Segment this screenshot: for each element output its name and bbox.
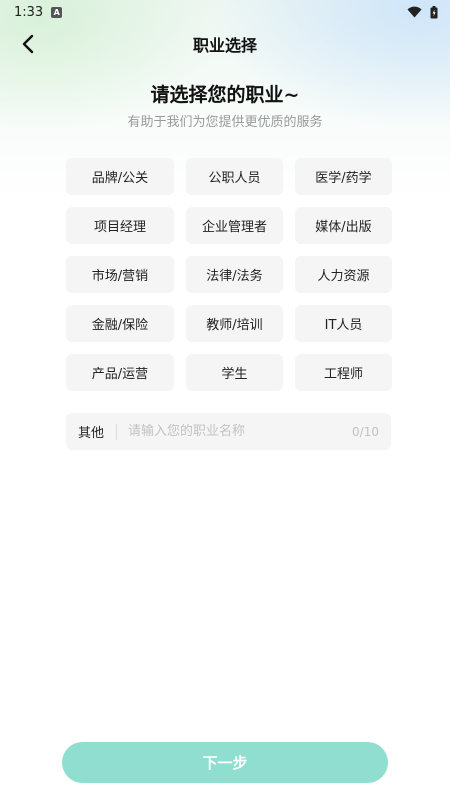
profession-option-civil-servant[interactable]: 公职人员 bbox=[186, 158, 283, 195]
profession-option-media-publishing[interactable]: 媒体/出版 bbox=[295, 207, 392, 244]
profession-option-finance-insurance[interactable]: 金融/保险 bbox=[66, 305, 174, 342]
profession-grid: 品牌/公关 公职人员 医学/药学 项目经理 企业管理者 媒体/出版 市场/营销 … bbox=[66, 158, 392, 391]
other-divider bbox=[116, 423, 118, 440]
profession-option-it[interactable]: IT人员 bbox=[295, 305, 392, 342]
profession-option-legal[interactable]: 法律/法务 bbox=[186, 256, 283, 293]
profession-option-hr[interactable]: 人力资源 bbox=[295, 256, 392, 293]
profession-option-engineer[interactable]: 工程师 bbox=[295, 354, 392, 391]
character-counter: 0/10 bbox=[352, 424, 379, 439]
profession-option-student[interactable]: 学生 bbox=[186, 354, 283, 391]
status-right bbox=[407, 5, 438, 19]
profession-option-marketing[interactable]: 市场/营销 bbox=[66, 256, 174, 293]
status-bar: 1:33 A bbox=[0, 0, 450, 24]
profession-option-executive[interactable]: 企业管理者 bbox=[186, 207, 283, 244]
battery-icon bbox=[430, 5, 438, 18]
status-time: 1:33 bbox=[14, 4, 44, 20]
app-notification-icon: A bbox=[51, 6, 63, 18]
section-heading: 请选择您的职业~ bbox=[150, 84, 300, 106]
profession-option-brand-pr[interactable]: 品牌/公关 bbox=[66, 158, 174, 195]
profession-option-teacher-training[interactable]: 教师/培训 bbox=[186, 305, 283, 342]
navigation-bar: 职业选择 bbox=[0, 28, 450, 60]
profession-option-project-manager[interactable]: 项目经理 bbox=[66, 207, 174, 244]
other-profession-input[interactable] bbox=[128, 424, 353, 439]
chevron-left-icon bbox=[22, 34, 34, 54]
page-title: 职业选择 bbox=[192, 36, 257, 55]
profession-option-medicine[interactable]: 医学/药学 bbox=[295, 158, 392, 195]
next-step-button[interactable]: 下一步 bbox=[62, 742, 388, 783]
other-label: 其他 bbox=[78, 426, 105, 441]
profession-option-product-operations[interactable]: 产品/运营 bbox=[66, 354, 174, 391]
back-button[interactable] bbox=[14, 30, 42, 58]
other-profession-row: 其他 0/10 bbox=[66, 413, 391, 450]
wifi-icon bbox=[407, 6, 422, 18]
section-subheading: 有助于我们为您提供更优质的服务 bbox=[127, 115, 323, 130]
status-left: 1:33 A bbox=[14, 4, 63, 20]
